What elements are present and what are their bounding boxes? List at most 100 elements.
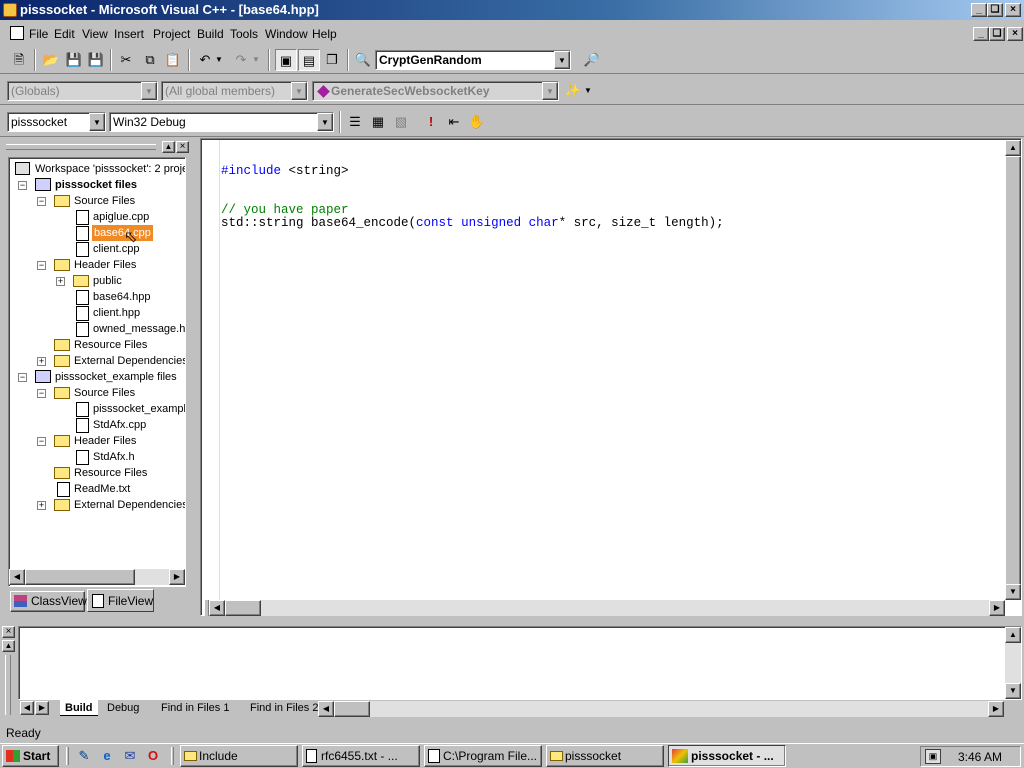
code-editor[interactable]: #include <string> // you have paper std:… — [200, 138, 1022, 616]
tree-node-external-dependencies[interactable]: External Dependencies — [74, 497, 185, 513]
tree-node-source-files[interactable]: Source Files — [74, 385, 135, 401]
tree-node-example-files[interactable]: pisssocket_example files — [55, 369, 177, 385]
output-maximize-button[interactable]: ▲ — [2, 640, 15, 652]
tree-node-resource-files[interactable]: Resource Files — [74, 337, 147, 353]
menu-tools[interactable]: Tools — [230, 27, 258, 41]
tree-node-external-dependencies[interactable]: External Dependencies — [74, 353, 185, 369]
task-visual-cpp[interactable]: pisssocket - ... — [668, 745, 786, 767]
doc-minimize-button[interactable]: _ — [973, 27, 989, 41]
task-rfc6455[interactable]: rfc6455.txt - ... — [302, 745, 420, 767]
close-button[interactable]: × — [1005, 3, 1021, 17]
workspace-gripper[interactable] — [6, 144, 156, 150]
wizard-action-icon[interactable]: ✨ — [562, 80, 584, 102]
scroll-right-icon[interactable]: ▶ — [169, 569, 185, 585]
internet-explorer-icon[interactable]: e — [96, 745, 118, 767]
scroll-right-icon[interactable]: ▶ — [989, 600, 1005, 616]
tree-node-example-cpp[interactable]: pisssocket_exampl — [93, 401, 185, 417]
scroll-thumb[interactable] — [334, 701, 370, 717]
scroll-thumb[interactable] — [25, 569, 135, 585]
find-combo[interactable]: CryptGenRandom ▼ — [375, 50, 571, 70]
task-include[interactable]: Include — [180, 745, 298, 767]
output-tab-scroll-left-icon[interactable]: ◀ — [20, 701, 34, 715]
paste-icon[interactable]: 📋 — [162, 49, 184, 71]
tree-node-owned-message-h[interactable]: owned_message.h — [93, 321, 185, 337]
config-combo-dropdown-icon[interactable]: ▼ — [317, 113, 333, 131]
scroll-left-icon[interactable]: ◀ — [9, 569, 25, 585]
menu-file[interactable]: File — [29, 27, 48, 41]
outlook-express-icon[interactable]: ✉ — [119, 745, 141, 767]
breakpoint-hand-icon[interactable]: ✋ — [466, 111, 488, 133]
stop-build-icon[interactable]: ▧ — [390, 111, 412, 133]
output-tab-scroll-right-icon[interactable]: ▶ — [35, 701, 49, 715]
expand-icon[interactable]: + — [37, 357, 46, 366]
doc-restore-button[interactable]: ❏ — [989, 27, 1005, 41]
tree-node-source-files[interactable]: Source Files — [74, 193, 135, 209]
redo-dropdown-icon[interactable]: ▼ — [250, 49, 262, 71]
start-button[interactable]: Start — [2, 745, 59, 767]
tree-node-base64-cpp[interactable]: base64.cpp — [92, 225, 153, 241]
menu-edit[interactable]: Edit — [54, 27, 75, 41]
workspace-toggle-icon[interactable]: ▣ — [275, 49, 297, 71]
tree-node-client-hpp[interactable]: client.hpp — [93, 305, 140, 321]
tab-find-in-files-2[interactable]: Find in Files 2 — [250, 700, 318, 716]
class-combo[interactable]: (Globals) ▼ — [7, 81, 158, 101]
new-text-file-icon[interactable]: 🗎 — [8, 49, 30, 71]
scroll-down-icon[interactable]: ▼ — [1005, 683, 1021, 699]
output-text-area[interactable]: ▲ ▼ — [18, 626, 1022, 700]
tree-node-public[interactable]: public — [93, 273, 122, 289]
config-combo[interactable]: Win32 Debug ▼ — [109, 112, 334, 132]
tree-node-base64-hpp[interactable]: base64.hpp — [93, 289, 151, 305]
tree-node-readme-txt[interactable]: ReadMe.txt — [74, 481, 130, 497]
save-all-icon[interactable]: 💾 — [85, 49, 107, 71]
title-bar[interactable]: pisssocket - Microsoft Visual C++ - [bas… — [0, 0, 1024, 20]
scroll-left-icon[interactable]: ◀ — [318, 701, 334, 717]
menu-help[interactable]: Help — [312, 27, 337, 41]
find-binoculars-icon[interactable]: 🔎 — [581, 49, 603, 71]
expand-icon[interactable]: + — [56, 277, 65, 286]
workspace-maximize-button[interactable]: ▲ — [162, 141, 175, 153]
tab-debug[interactable]: Debug — [107, 700, 139, 716]
file-tree[interactable]: Workspace 'pisssocket': 2 proje − pissso… — [8, 157, 186, 587]
output-horizontal-scrollbar[interactable]: ◀ ▶ — [318, 701, 1004, 717]
workspace-close-button[interactable]: × — [176, 141, 189, 153]
editor-vertical-scrollbar[interactable]: ▲ ▼ — [1005, 140, 1021, 600]
members-combo[interactable]: GenerateSecWebsocketKey ▼ — [312, 81, 559, 101]
show-desktop-icon[interactable]: ✎ — [73, 745, 95, 767]
execute-icon[interactable]: ! — [420, 111, 442, 133]
tree-node-resource-files[interactable]: Resource Files — [74, 465, 147, 481]
scroll-thumb[interactable] — [225, 600, 261, 616]
tree-node-stdafx-cpp[interactable]: StdAfx.cpp — [93, 417, 146, 433]
tree-node-pisssocket-files[interactable]: pisssocket files — [55, 177, 137, 193]
save-icon[interactable]: 💾 — [63, 49, 85, 71]
expand-icon[interactable]: + — [37, 501, 46, 510]
tree-node-workspace[interactable]: Workspace 'pisssocket': 2 proje — [35, 161, 185, 177]
build-icon[interactable]: ▦ — [367, 111, 389, 133]
doc-close-button[interactable]: × — [1007, 27, 1023, 41]
compile-icon[interactable]: ☰ — [344, 111, 366, 133]
scroll-right-icon[interactable]: ▶ — [988, 701, 1004, 717]
filter-combo[interactable]: (All global members) ▼ — [161, 81, 308, 101]
scroll-up-icon[interactable]: ▲ — [1005, 140, 1021, 156]
tray-network-icon[interactable]: ▣ — [925, 749, 941, 764]
tree-horizontal-scrollbar[interactable]: ◀ ▶ — [9, 569, 185, 585]
collapse-icon[interactable]: − — [37, 437, 46, 446]
tree-node-apiglue-cpp[interactable]: apiglue.cpp — [93, 209, 149, 225]
output-vertical-scrollbar[interactable]: ▲ ▼ — [1005, 627, 1021, 699]
scroll-thumb[interactable] — [1005, 156, 1021, 586]
code-line-declaration[interactable]: std::string base64_encode(const unsigned… — [221, 217, 724, 230]
minimize-button[interactable]: _ — [971, 3, 987, 17]
class-combo-dropdown-icon[interactable]: ▼ — [141, 82, 157, 100]
scroll-up-icon[interactable]: ▲ — [1005, 627, 1021, 643]
menu-build[interactable]: Build — [197, 27, 224, 41]
go-icon[interactable]: ⇤ — [443, 111, 465, 133]
collapse-icon[interactable]: − — [37, 197, 46, 206]
tree-node-stdafx-h[interactable]: StdAfx.h — [93, 449, 135, 465]
menu-window[interactable]: Window — [265, 27, 308, 41]
undo-dropdown-icon[interactable]: ▼ — [213, 49, 225, 71]
opera-icon[interactable]: O — [142, 745, 164, 767]
open-folder-icon[interactable]: 📂 — [40, 49, 62, 71]
collapse-icon[interactable]: − — [37, 261, 46, 270]
copy-icon[interactable]: ⧉ — [139, 49, 161, 71]
project-combo-dropdown-icon[interactable]: ▼ — [89, 113, 105, 131]
wizard-action-dropdown-icon[interactable]: ▼ — [582, 80, 594, 102]
